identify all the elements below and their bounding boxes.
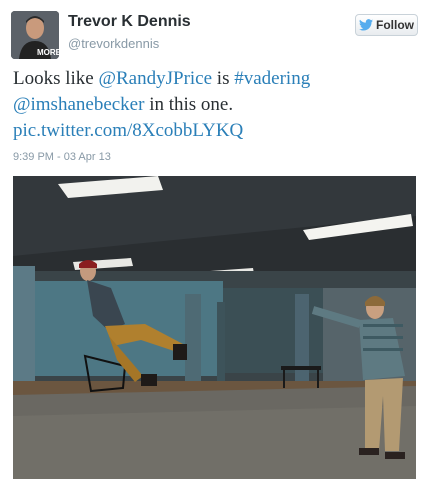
follow-label: Follow bbox=[376, 18, 414, 32]
tweet-photo[interactable] bbox=[13, 176, 416, 479]
tweet-card: MORE Trevor K Dennis @trevorkdennis Foll… bbox=[0, 0, 431, 486]
tweet-text-segment: Looks like bbox=[13, 68, 99, 89]
avatar[interactable]: MORE bbox=[11, 11, 59, 59]
mention-link[interactable]: @imshanebecker bbox=[13, 94, 144, 115]
avatar-text: MORE bbox=[37, 48, 59, 57]
tweet-text: Looks like @RandyJPrice is #vadering @ims… bbox=[13, 66, 418, 144]
user-handle[interactable]: @trevorkdennis bbox=[68, 36, 159, 51]
media-link[interactable]: pic.twitter.com/8XcobbLYKQ bbox=[13, 120, 243, 141]
hashtag-link[interactable]: #vadering bbox=[234, 68, 310, 89]
tweet-text-segment: is bbox=[212, 68, 235, 89]
mention-link[interactable]: @RandyJPrice bbox=[99, 68, 213, 89]
follow-button[interactable]: Follow bbox=[355, 14, 418, 36]
twitter-bird-icon bbox=[359, 19, 373, 31]
user-name[interactable]: Trevor K Dennis bbox=[68, 13, 191, 31]
timestamp[interactable]: 9:39 PM - 03 Apr 13 bbox=[13, 151, 111, 163]
tweet-text-segment: in this one. bbox=[144, 94, 234, 115]
